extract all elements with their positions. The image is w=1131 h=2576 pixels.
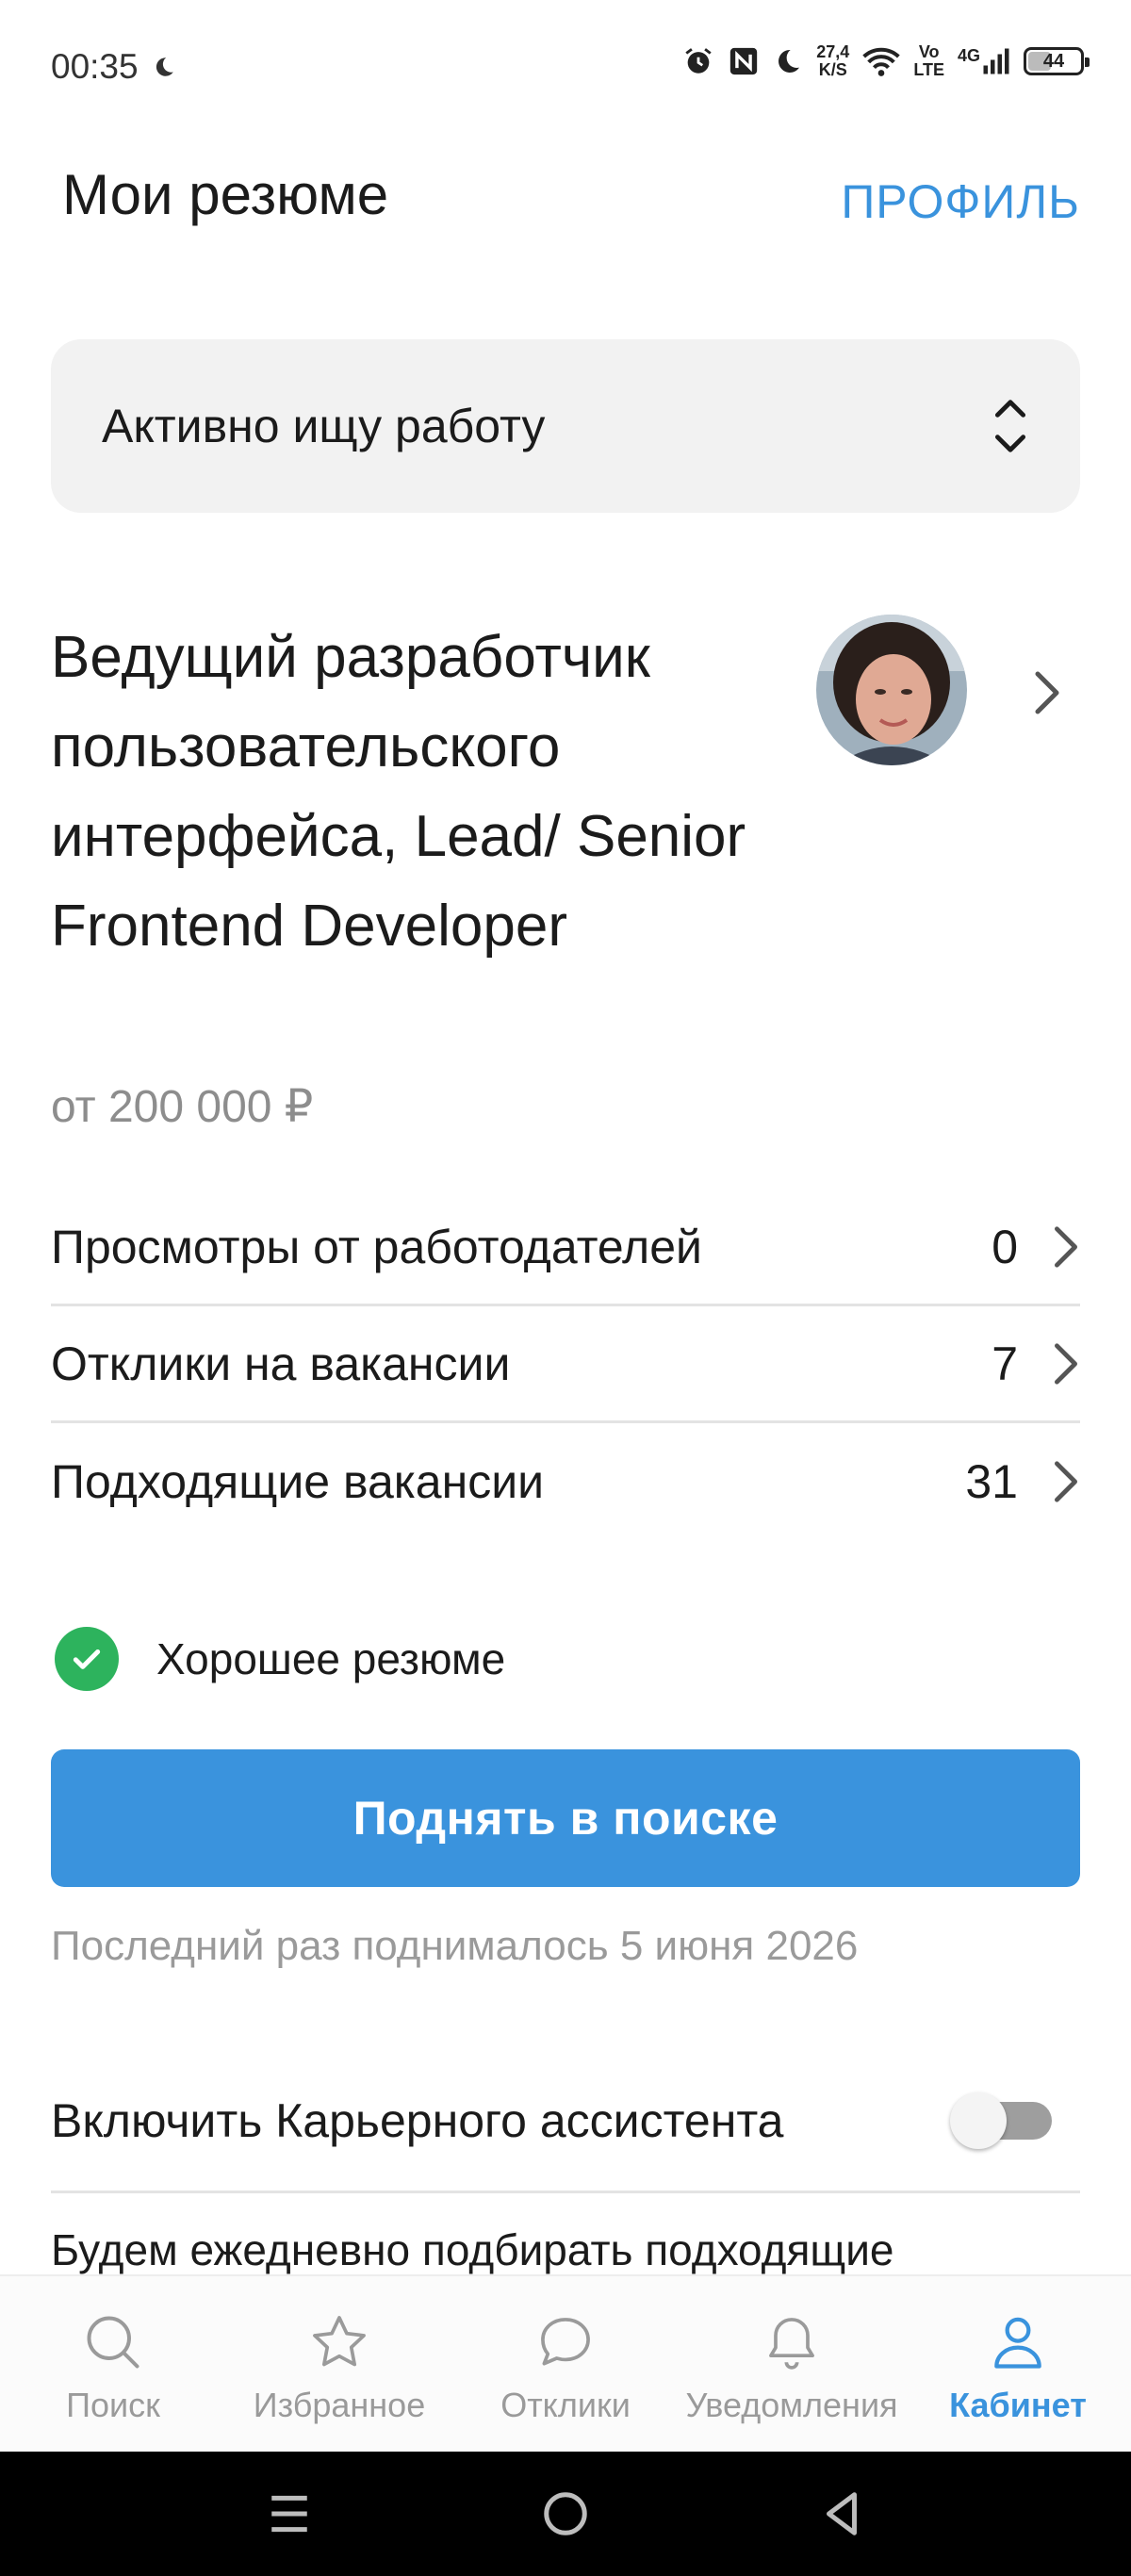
back-button[interactable] [785, 2476, 898, 2551]
stat-label: Просмотры от работодателей [51, 1220, 702, 1273]
avatar-photo [816, 615, 967, 765]
status-bar-icons: 27,4 K/S Vo LTE 4G 44 [682, 42, 1090, 79]
chevron-right-icon [1054, 1225, 1077, 1268]
career-assistant-description: Будем ежедневно подбирать подходящие [51, 2225, 894, 2274]
stat-value: 7 [992, 1337, 1018, 1390]
back-triangle-icon [827, 2492, 858, 2535]
volte-indicator: Vo LTE [913, 42, 944, 79]
resume-stats-list: Просмотры от работодателей 0 Отклики на … [51, 1190, 1080, 1540]
home-circle-icon [544, 2492, 587, 2535]
tab-label: Уведомления [685, 2386, 898, 2424]
menu-icon [270, 2495, 307, 2533]
clock-text: 00:35 [51, 47, 139, 86]
last-raised-text: Последний раз поднималось 5 июня 2026 [51, 1923, 859, 1969]
stat-row-responses[interactable]: Отклики на вакансии 7 [51, 1306, 1080, 1423]
stat-row-matching-vacancies[interactable]: Подходящие вакансии 31 [51, 1423, 1080, 1540]
tab-notifications[interactable]: Уведомления [679, 2276, 905, 2453]
wifi-icon [862, 47, 901, 76]
network-speed: 27,4 K/S [816, 42, 850, 79]
signal-icon [983, 48, 1009, 74]
resume-quality-label: Хорошее резюме [156, 1634, 506, 1683]
resume-quality-badge: Хорошее резюме [55, 1627, 505, 1691]
tab-responses[interactable]: Отклики [452, 2276, 679, 2453]
moon-icon [156, 57, 173, 76]
tab-search[interactable]: Поиск [0, 2276, 226, 2453]
career-assistant-label: Включить Карьерного ассистента [51, 2093, 784, 2147]
nfc-icon [730, 47, 758, 75]
resume-title[interactable]: Ведущий разработчик пользовательского ин… [51, 613, 767, 971]
system-navigation-bar [0, 2452, 1131, 2576]
tab-label: Поиск [66, 2386, 160, 2424]
menu-button[interactable] [233, 2476, 346, 2551]
raise-in-search-button[interactable]: Поднять в поиске [51, 1749, 1080, 1887]
tab-favorites[interactable]: Избранное [226, 2276, 452, 2453]
job-status-select[interactable]: Активно ищу работу [51, 339, 1080, 513]
star-icon [313, 2316, 366, 2367]
bell-icon [769, 2318, 814, 2370]
tab-label: Кабинет [949, 2386, 1087, 2424]
stat-value: 0 [992, 1220, 1018, 1273]
bottom-tab-bar: Поиск Избранное Отклики Уведомления Каби… [0, 2274, 1131, 2453]
checkmark-circle-icon [55, 1627, 119, 1691]
career-assistant-toggle[interactable] [950, 2092, 1052, 2149]
chevron-right-icon [1054, 1342, 1077, 1385]
avatar[interactable] [816, 615, 967, 765]
profile-link[interactable]: ПРОФИЛЬ [841, 174, 1080, 229]
alarm-icon [685, 48, 712, 74]
tab-label: Отклики [500, 2386, 631, 2424]
page-title: Мои резюме [62, 163, 389, 226]
tab-cabinet[interactable]: Кабинет [905, 2276, 1131, 2453]
home-button[interactable] [509, 2476, 622, 2551]
battery-icon: 44 [1024, 47, 1090, 75]
job-status-value: Активно ищу работу [102, 400, 546, 452]
toggle-knob [950, 2092, 1007, 2149]
salary: от 200 000 ₽ [51, 1082, 314, 1132]
signal-indicator: 4G [958, 47, 1010, 75]
stat-value: 31 [965, 1455, 1018, 1508]
moon-icon [779, 49, 800, 73]
search-icon [87, 2316, 139, 2369]
updown-chevron-icon [994, 400, 1026, 452]
chevron-right-icon [1054, 1461, 1077, 1502]
stat-label: Отклики на вакансии [51, 1337, 511, 1390]
person-icon [994, 2317, 1041, 2369]
chat-bubble-icon [541, 2318, 590, 2366]
stat-label: Подходящие вакансии [51, 1455, 545, 1508]
chevron-right-icon[interactable] [1033, 669, 1061, 716]
career-assistant-row: Включить Карьерного ассистента [51, 2050, 1080, 2193]
stat-row-views[interactable]: Просмотры от работодателей 0 [51, 1190, 1080, 1306]
status-bar-time: 00:35 [51, 47, 176, 87]
tab-label: Избранное [253, 2386, 426, 2424]
